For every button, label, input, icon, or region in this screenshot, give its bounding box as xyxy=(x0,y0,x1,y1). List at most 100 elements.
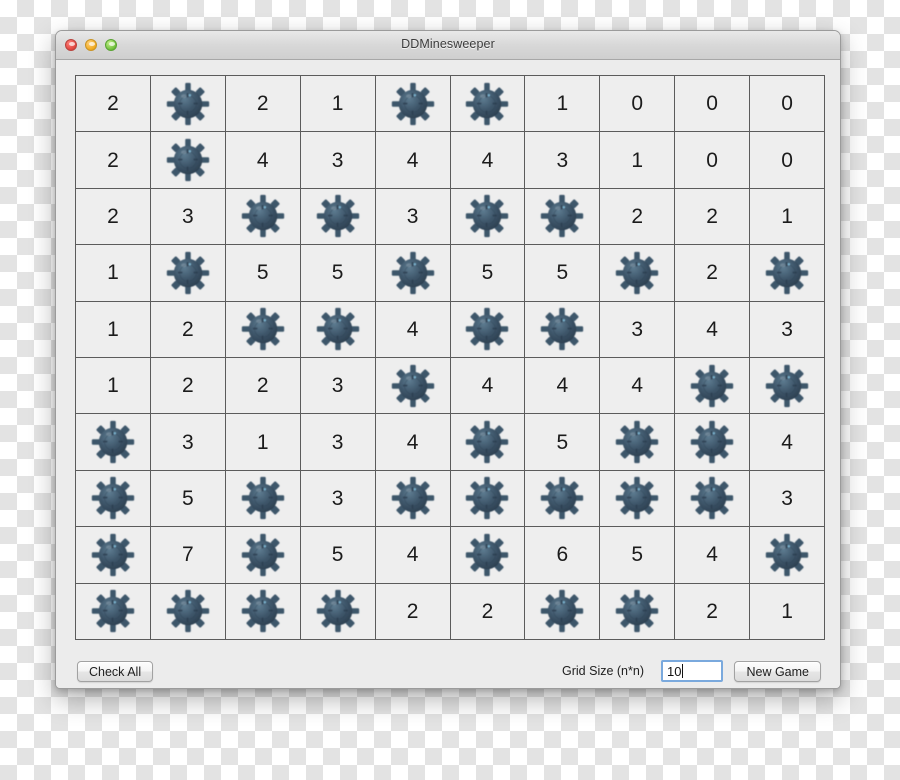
board-cell-number[interactable]: 2 xyxy=(675,188,750,245)
board-cell-number[interactable]: 1 xyxy=(750,583,824,639)
board-cell-mine[interactable] xyxy=(525,583,600,639)
board-cell-mine[interactable] xyxy=(525,470,600,527)
board-cell-mine[interactable] xyxy=(600,245,675,301)
grid-size-input[interactable]: 10 xyxy=(661,660,723,682)
board-cell-mine[interactable] xyxy=(450,470,525,527)
title-bar[interactable]: DDMinesweeper xyxy=(56,31,840,60)
board-cell-number[interactable]: 3 xyxy=(750,301,824,357)
board-cell-number[interactable]: 3 xyxy=(300,470,375,527)
board-cell-number[interactable]: 7 xyxy=(150,527,225,583)
board-cell-number[interactable]: 2 xyxy=(675,583,750,639)
board-cell-number[interactable]: 3 xyxy=(750,470,824,527)
board-cell-number[interactable]: 4 xyxy=(600,358,675,414)
board-cell-number[interactable]: 3 xyxy=(300,132,375,188)
board-cell-number[interactable]: 3 xyxy=(600,301,675,357)
board-cell-mine[interactable] xyxy=(375,358,450,414)
board-cell-mine[interactable] xyxy=(76,583,150,639)
board-cell-number[interactable]: 2 xyxy=(450,583,525,639)
board-cell-mine[interactable] xyxy=(76,470,150,527)
board-cell-mine[interactable] xyxy=(450,527,525,583)
new-game-button[interactable]: New Game xyxy=(734,661,821,682)
board-cell-number[interactable]: 2 xyxy=(600,188,675,245)
board-cell-number[interactable]: 2 xyxy=(675,245,750,301)
board-cell-number[interactable]: 5 xyxy=(150,470,225,527)
board-cell-number[interactable]: 4 xyxy=(225,132,300,188)
board-cell-mine[interactable] xyxy=(300,188,375,245)
board-cell-mine[interactable] xyxy=(450,188,525,245)
board-cell-number[interactable]: 5 xyxy=(300,245,375,301)
board-cell-mine[interactable] xyxy=(750,245,824,301)
board-cell-mine[interactable] xyxy=(225,301,300,357)
board-cell-mine[interactable] xyxy=(450,301,525,357)
board-cell-number[interactable]: 2 xyxy=(76,132,150,188)
board-cell-mine[interactable] xyxy=(525,188,600,245)
board-cell-number[interactable]: 3 xyxy=(150,188,225,245)
board-cell-number[interactable]: 1 xyxy=(225,414,300,470)
board-cell-mine[interactable] xyxy=(750,358,824,414)
minesweeper-board[interactable]: 2 21 1 0 0 0 2 4 3 4 4 3 1 0 0 2 3 3 2 2… xyxy=(75,75,825,640)
board-cell-number[interactable]: 5 xyxy=(525,414,600,470)
board-cell-number[interactable]: 0 xyxy=(675,76,750,132)
board-cell-number[interactable]: 2 xyxy=(150,301,225,357)
board-cell-number[interactable]: 3 xyxy=(300,358,375,414)
board-cell-mine[interactable] xyxy=(675,414,750,470)
board-cell-number[interactable]: 1 xyxy=(750,188,824,245)
board-cell-number[interactable]: 3 xyxy=(375,188,450,245)
board-cell-mine[interactable] xyxy=(525,301,600,357)
check-all-button[interactable]: Check All xyxy=(77,661,154,682)
board-cell-mine[interactable] xyxy=(600,414,675,470)
board-cell-number[interactable]: 1 xyxy=(600,132,675,188)
board-cell-number[interactable]: 0 xyxy=(675,132,750,188)
board-cell-mine[interactable] xyxy=(600,583,675,639)
board-cell-mine[interactable] xyxy=(375,245,450,301)
board-cell-number[interactable]: 4 xyxy=(675,301,750,357)
board-cell-number[interactable]: 4 xyxy=(525,358,600,414)
board-cell-mine[interactable] xyxy=(150,245,225,301)
board-cell-number[interactable]: 3 xyxy=(525,132,600,188)
board-cell-number[interactable]: 4 xyxy=(450,358,525,414)
board-cell-number[interactable]: 3 xyxy=(300,414,375,470)
board-cell-mine[interactable] xyxy=(450,76,525,132)
board-cell-number[interactable]: 4 xyxy=(375,132,450,188)
board-cell-number[interactable]: 4 xyxy=(750,414,824,470)
board-cell-number[interactable]: 5 xyxy=(300,527,375,583)
board-cell-mine[interactable] xyxy=(450,414,525,470)
board-cell-mine[interactable] xyxy=(675,470,750,527)
board-cell-number[interactable]: 5 xyxy=(525,245,600,301)
board-cell-number[interactable]: 1 xyxy=(76,301,150,357)
board-cell-mine[interactable] xyxy=(300,301,375,357)
board-cell-number[interactable]: 1 xyxy=(525,76,600,132)
board-cell-mine[interactable] xyxy=(225,583,300,639)
board-cell-number[interactable]: 1 xyxy=(76,358,150,414)
board-cell-number[interactable]: 4 xyxy=(375,301,450,357)
board-cell-mine[interactable] xyxy=(150,76,225,132)
board-cell-number[interactable]: 3 xyxy=(150,414,225,470)
board-cell-mine[interactable] xyxy=(225,470,300,527)
board-cell-number[interactable]: 2 xyxy=(375,583,450,639)
board-cell-number[interactable]: 4 xyxy=(375,414,450,470)
board-cell-number[interactable]: 2 xyxy=(225,358,300,414)
board-cell-number[interactable]: 4 xyxy=(450,132,525,188)
board-cell-number[interactable]: 2 xyxy=(150,358,225,414)
board-cell-mine[interactable] xyxy=(150,583,225,639)
board-cell-number[interactable]: 5 xyxy=(225,245,300,301)
board-cell-number[interactable]: 0 xyxy=(750,132,824,188)
board-cell-number[interactable]: 6 xyxy=(525,527,600,583)
board-cell-mine[interactable] xyxy=(750,527,824,583)
board-cell-number[interactable]: 0 xyxy=(600,76,675,132)
board-cell-number[interactable]: 2 xyxy=(76,76,150,132)
board-cell-number[interactable]: 1 xyxy=(300,76,375,132)
board-cell-mine[interactable] xyxy=(225,188,300,245)
board-cell-number[interactable]: 5 xyxy=(600,527,675,583)
board-cell-mine[interactable] xyxy=(225,527,300,583)
board-cell-mine[interactable] xyxy=(76,414,150,470)
board-cell-number[interactable]: 0 xyxy=(750,76,824,132)
board-cell-mine[interactable] xyxy=(76,527,150,583)
board-cell-number[interactable]: 5 xyxy=(450,245,525,301)
board-cell-number[interactable]: 2 xyxy=(76,188,150,245)
board-cell-mine[interactable] xyxy=(375,470,450,527)
board-cell-number[interactable]: 1 xyxy=(76,245,150,301)
board-cell-mine[interactable] xyxy=(300,583,375,639)
board-cell-mine[interactable] xyxy=(150,132,225,188)
board-cell-mine[interactable] xyxy=(600,470,675,527)
